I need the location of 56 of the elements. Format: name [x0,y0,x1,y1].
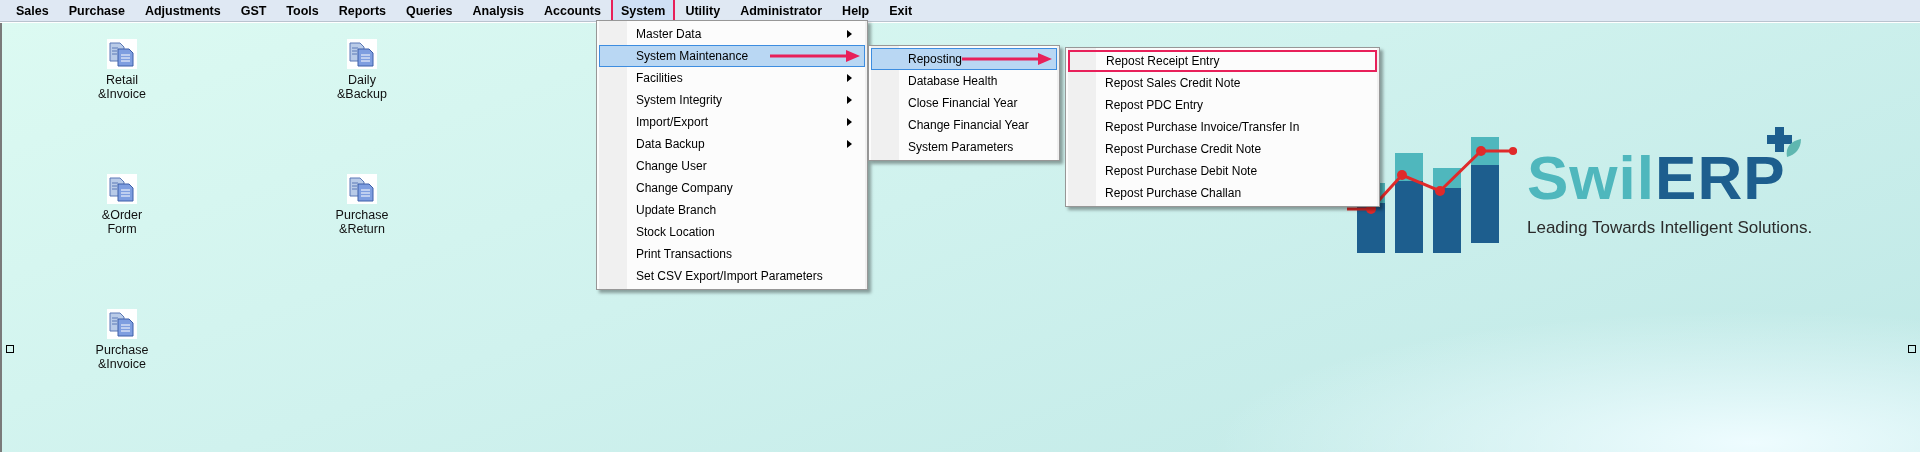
menu-item[interactable]: Repost Purchase Debit Note [1068,160,1377,182]
menu-item[interactable]: Exit [879,0,923,24]
shortcut-label[interactable]: &Order Form [101,208,143,236]
menu-item[interactable]: Help [832,0,880,24]
menu-item[interactable]: Data Backup [599,133,865,155]
menu-item[interactable]: Repost Purchase Challan [1068,182,1377,204]
logo-text: SwilERP [1527,143,1786,213]
menu-item[interactable]: Master Data [599,23,865,45]
resize-handle[interactable] [6,345,14,353]
menu-item[interactable]: Print Transactions [599,243,865,265]
menu-item[interactable]: Purchase [58,0,135,24]
menu-item[interactable]: Utility [675,0,731,24]
menu-item[interactable]: Repost Sales Credit Note [1068,72,1377,94]
documents-icon [347,39,377,69]
menu-item[interactable]: Facilities [599,67,865,89]
tagline-text: Leading Towards Intelligent Solutions. [1527,217,1813,239]
menu-item[interactable]: Database Health [871,70,1057,92]
menu-item[interactable]: Queries [396,0,463,24]
menu-item[interactable]: Import/Export [599,111,865,133]
menu-item[interactable]: GST [230,0,277,24]
menu-item[interactable]: Change Company [599,177,865,199]
menu-item[interactable]: Tools [276,0,329,24]
submenu-arrow-icon [847,30,852,38]
menu-item[interactable]: System Maintenance [599,45,865,67]
shortcut-label[interactable]: Purchase &Invoice [95,343,149,371]
menu-item[interactable]: Reposting [871,48,1057,70]
menu-item[interactable]: Repost Purchase Invoice/Transfer In [1068,116,1377,138]
menu-item[interactable]: System Parameters [871,136,1057,158]
menu-item[interactable]: Stock Location [599,221,865,243]
menu-item[interactable]: Repost Purchase Credit Note [1068,138,1377,160]
menu-item[interactable]: Repost Receipt Entry [1068,50,1377,72]
menu-item[interactable]: Accounts [534,0,611,24]
menu-item[interactable]: Change User [599,155,865,177]
menu-item[interactable]: Adjustments [134,0,231,24]
shortcut-label[interactable]: Daily &Backup [337,73,387,101]
menu-item[interactable]: Analysis [462,0,534,24]
submenu-arrow-icon [847,74,852,82]
menu-item[interactable]: Reports [328,0,396,24]
menu-item[interactable]: System Integrity [599,89,865,111]
documents-icon [347,174,377,204]
menu-item[interactable]: Close Financial Year [871,92,1057,114]
submenu-arrow-icon [847,96,852,104]
documents-icon [107,174,137,204]
submenu-arrow-icon [847,140,852,148]
resize-handle[interactable] [1908,345,1916,353]
menu-item[interactable]: Update Branch [599,199,865,221]
menu-item[interactable]: Set CSV Export/Import Parameters [599,265,865,287]
menu-item[interactable]: Repost PDC Entry [1068,94,1377,116]
documents-icon [107,39,137,69]
shortcut-label[interactable]: Retail &Invoice [98,73,146,101]
menu-item[interactable]: Change Financial Year [871,114,1057,136]
shortcut-label[interactable]: Purchase &Return [335,208,389,236]
documents-icon [107,309,137,339]
menu-item[interactable]: Administrator [730,0,833,24]
menu-item[interactable]: Sales [6,0,59,24]
submenu-arrow-icon [847,118,852,126]
